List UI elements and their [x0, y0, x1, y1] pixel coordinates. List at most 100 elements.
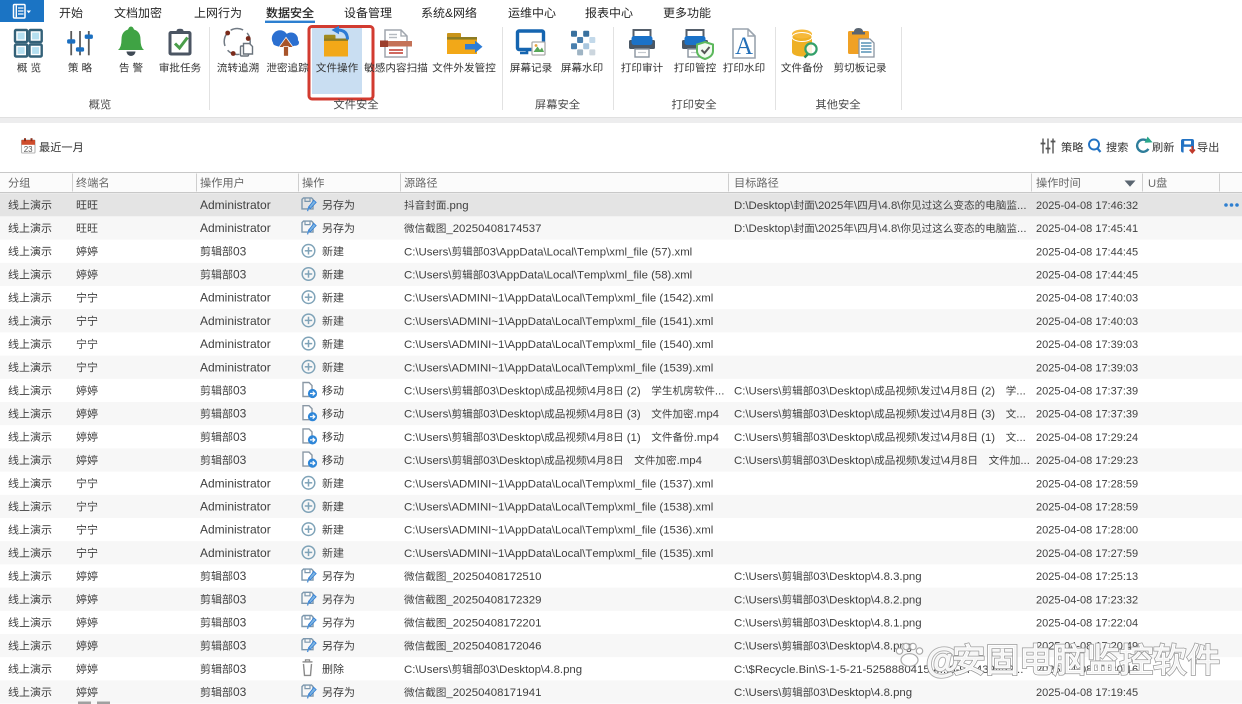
- svg-text:03\Desktop\4.8.1.png: 03\Desktop\4.8.1.png: [813, 618, 921, 630]
- svg-text:03\AppData\Local\Temp\xml_file: 03\AppData\Local\Temp\xml_file (58).xml: [483, 270, 692, 282]
- svg-text:Administrator: Administrator: [200, 500, 271, 514]
- svg-text:2025-04-08 17:25:13: 2025-04-08 17:25:13: [1036, 571, 1138, 583]
- svg-text:(1): (1): [624, 432, 641, 444]
- svg-text:03: 03: [233, 592, 247, 606]
- svg-text:C:\Users\ADMINI~1\AppData\Loca: C:\Users\ADMINI~1\AppData\Local\Temp\xml…: [404, 548, 713, 560]
- svg-text:03: 03: [233, 685, 247, 699]
- svg-text:8: 8: [607, 409, 613, 421]
- svg-text:C:\Users\: C:\Users\: [734, 641, 782, 653]
- svg-text:\4: \4: [587, 386, 597, 398]
- svg-text:C:\Users\ADMINI~1\AppData\Loca: C:\Users\ADMINI~1\AppData\Local\Temp\xml…: [404, 362, 713, 374]
- svg-text:2025-04-08 17:28:00: 2025-04-08 17:28:00: [1036, 525, 1138, 537]
- svg-text:8: 8: [607, 432, 613, 444]
- svg-text:\4: \4: [941, 386, 951, 398]
- svg-text:03: 03: [233, 569, 247, 583]
- svg-text:03: 03: [233, 639, 247, 653]
- svg-text:03: 03: [233, 384, 247, 398]
- svg-text:03\Desktop\: 03\Desktop\: [483, 432, 545, 444]
- svg-text:A: A: [735, 33, 753, 60]
- svg-text:...: ...: [715, 386, 725, 398]
- svg-text:C:\Users\: C:\Users\: [404, 664, 452, 676]
- svg-text:2025-04-08 17:44:45: 2025-04-08 17:44:45: [1036, 246, 1138, 258]
- svg-text:03\Desktop\4.8.png: 03\Desktop\4.8.png: [813, 687, 912, 699]
- svg-text:.png: .png: [446, 200, 468, 212]
- svg-text:D:\Desktop\: D:\Desktop\: [734, 200, 794, 212]
- svg-text:Administrator: Administrator: [200, 523, 271, 537]
- svg-text:2025-04-08 17:28:59: 2025-04-08 17:28:59: [1036, 502, 1138, 514]
- svg-text:(3): (3): [624, 409, 641, 421]
- svg-text:03\AppData\Local\Temp\xml_file: 03\AppData\Local\Temp\xml_file (57).xml: [483, 246, 692, 258]
- svg-text:.mp4: .mp4: [677, 455, 702, 467]
- svg-text:C:\Users\: C:\Users\: [734, 571, 782, 583]
- svg-text:_20250408172329: _20250408172329: [445, 594, 541, 606]
- svg-text:2025-04-08 17:27:59: 2025-04-08 17:27:59: [1036, 548, 1138, 560]
- svg-text:\4: \4: [587, 409, 597, 421]
- svg-text:Administrator: Administrator: [200, 221, 271, 235]
- svg-text:03\Desktop\: 03\Desktop\: [813, 409, 875, 421]
- svg-text:.mp4: .mp4: [694, 432, 719, 444]
- svg-text:...: ...: [1016, 432, 1026, 444]
- svg-text:8: 8: [607, 386, 613, 398]
- svg-text:C:\Users\: C:\Users\: [734, 687, 782, 699]
- svg-text:\4: \4: [587, 455, 597, 467]
- svg-text:8: 8: [961, 386, 967, 398]
- svg-text:\4: \4: [587, 432, 597, 444]
- svg-text:2025-04-08 17:46:32: 2025-04-08 17:46:32: [1036, 200, 1138, 212]
- svg-text:...: ...: [1016, 409, 1026, 421]
- svg-text:\4.8\: \4.8\: [878, 223, 901, 235]
- svg-text:03\Desktop\: 03\Desktop\: [483, 455, 545, 467]
- svg-text:2025-04-08 17:29:24: 2025-04-08 17:29:24: [1036, 432, 1138, 444]
- svg-text:Administrator: Administrator: [200, 198, 271, 212]
- svg-text:.mp4: .mp4: [694, 409, 719, 421]
- svg-text:_20250408174537: _20250408174537: [445, 223, 541, 235]
- svg-text:03\Desktop\: 03\Desktop\: [813, 432, 875, 444]
- svg-text:C:\Users\: C:\Users\: [404, 455, 452, 467]
- svg-text:2025-04-08 17:37:39: 2025-04-08 17:37:39: [1036, 386, 1138, 398]
- svg-text:C:\Users\: C:\Users\: [404, 270, 452, 282]
- svg-text:2025-04-08 17:37:39: 2025-04-08 17:37:39: [1036, 409, 1138, 421]
- svg-text:8: 8: [961, 432, 967, 444]
- svg-text:03\Desktop\: 03\Desktop\: [813, 455, 875, 467]
- svg-text:8: 8: [607, 455, 613, 467]
- svg-text:2025-04-08 17:39:03: 2025-04-08 17:39:03: [1036, 362, 1138, 374]
- svg-text:U: U: [1148, 178, 1156, 190]
- svg-text:\4: \4: [941, 432, 951, 444]
- svg-text:8: 8: [961, 455, 967, 467]
- svg-text:C:\Users\: C:\Users\: [404, 432, 452, 444]
- svg-text:2025-04-08 17:44:45: 2025-04-08 17:44:45: [1036, 270, 1138, 282]
- svg-text:_20250408171941: _20250408171941: [445, 687, 541, 699]
- svg-text:2025-04-08 17:40:03: 2025-04-08 17:40:03: [1036, 293, 1138, 305]
- svg-text:2025-04-08 17:28:59: 2025-04-08 17:28:59: [1036, 478, 1138, 490]
- svg-text:03: 03: [233, 453, 247, 467]
- svg-text:2025-04-08 17:19:45: 2025-04-08 17:19:45: [1036, 687, 1138, 699]
- svg-text:2025-04-08 17:29:23: 2025-04-08 17:29:23: [1036, 455, 1138, 467]
- svg-text:...: ...: [1017, 223, 1027, 235]
- svg-text:2025-04-08 17:45:41: 2025-04-08 17:45:41: [1036, 223, 1138, 235]
- svg-text:\2025: \2025: [815, 200, 844, 212]
- svg-text:C:\Users\: C:\Users\: [404, 409, 452, 421]
- svg-text:C:\Users\ADMINI~1\AppData\Loca: C:\Users\ADMINI~1\AppData\Local\Temp\xml…: [404, 293, 713, 305]
- svg-text:\2025: \2025: [815, 223, 844, 235]
- svg-text:C:\Users\: C:\Users\: [734, 618, 782, 630]
- svg-text:8: 8: [961, 409, 967, 421]
- svg-text:03: 03: [233, 662, 247, 676]
- svg-text:\4: \4: [941, 409, 951, 421]
- svg-text:_20250408172201: _20250408172201: [445, 618, 541, 630]
- svg-text:03: 03: [233, 430, 247, 444]
- svg-text:(3): (3): [978, 409, 995, 421]
- svg-text:C:\Users\: C:\Users\: [734, 432, 782, 444]
- svg-text:C:\Users\ADMINI~1\AppData\Loca: C:\Users\ADMINI~1\AppData\Local\Temp\xml…: [404, 478, 713, 490]
- svg-text:Administrator: Administrator: [200, 546, 271, 560]
- svg-text:...: ...: [1016, 386, 1026, 398]
- svg-text:_20250408172046: _20250408172046: [445, 641, 541, 653]
- svg-text:\4: \4: [941, 455, 951, 467]
- svg-text:C:\Users\: C:\Users\: [404, 246, 452, 258]
- svg-text:03\Desktop\4.8.3.png: 03\Desktop\4.8.3.png: [813, 571, 921, 583]
- svg-text:C:\Users\: C:\Users\: [734, 455, 782, 467]
- svg-text:...: ...: [1017, 200, 1027, 212]
- svg-text:03\Desktop\: 03\Desktop\: [483, 409, 545, 421]
- svg-text:&: &: [445, 6, 453, 20]
- svg-text:03\Desktop\: 03\Desktop\: [813, 386, 875, 398]
- svg-text:(2): (2): [978, 386, 995, 398]
- svg-text:C:\Users\ADMINI~1\AppData\Loca: C:\Users\ADMINI~1\AppData\Local\Temp\xml…: [404, 316, 713, 328]
